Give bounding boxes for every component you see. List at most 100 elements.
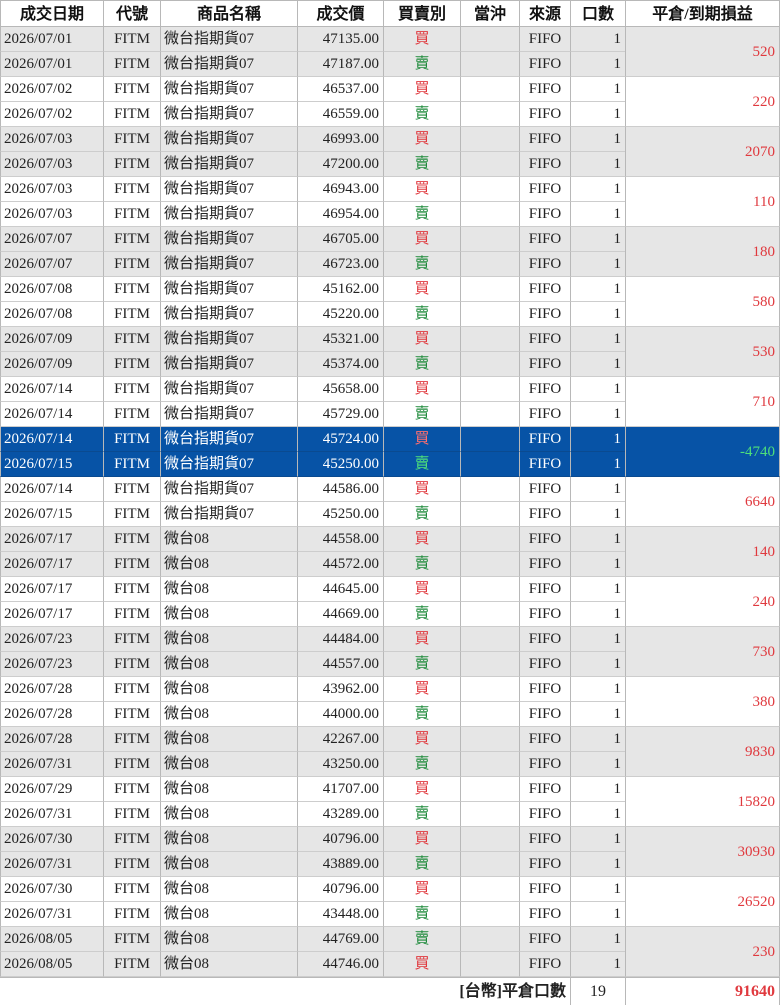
side-cell: 賣 [383, 502, 460, 527]
daytrade-cell [460, 477, 519, 502]
pnl-cell: 520 [625, 27, 780, 77]
source-cell: FIFO [519, 102, 570, 127]
table-row[interactable]: 2026/07/03 FITM 微台指期貨07 46993.00 買 FIFO 1 [0, 127, 625, 152]
daytrade-cell [460, 152, 519, 177]
code-cell: FITM [103, 127, 160, 152]
daytrade-cell [460, 702, 519, 727]
header-product-name[interactable]: 商品名稱 [160, 0, 297, 27]
source-cell: FIFO [519, 727, 570, 752]
table-row[interactable]: 2026/07/31 FITM 微台08 43889.00 賣 FIFO 1 [0, 852, 625, 877]
source-cell: FIFO [519, 627, 570, 652]
product-name-cell: 微台08 [160, 852, 297, 877]
price-cell: 44558.00 [297, 527, 383, 552]
header-daytrade[interactable]: 當沖 [460, 0, 519, 27]
table-row[interactable]: 2026/07/15 FITM 微台指期貨07 45250.00 賣 FIFO 1 [0, 502, 625, 527]
table-row[interactable]: 2026/07/30 FITM 微台08 40796.00 買 FIFO 1 [0, 827, 625, 852]
side-cell: 賣 [383, 302, 460, 327]
source-cell: FIFO [519, 477, 570, 502]
price-cell: 43448.00 [297, 902, 383, 927]
source-cell: FIFO [519, 877, 570, 902]
daytrade-cell [460, 827, 519, 852]
daytrade-cell [460, 727, 519, 752]
table-row[interactable]: 2026/07/31 FITM 微台08 43448.00 賣 FIFO 1 [0, 902, 625, 927]
header-date[interactable]: 成交日期 [0, 0, 103, 27]
table-row[interactable]: 2026/07/31 FITM 微台08 43289.00 賣 FIFO 1 [0, 802, 625, 827]
daytrade-cell [460, 277, 519, 302]
date-cell: 2026/07/14 [0, 402, 103, 427]
price-cell: 41707.00 [297, 777, 383, 802]
side-cell: 買 [383, 427, 460, 452]
table-row[interactable]: 2026/07/03 FITM 微台指期貨07 47200.00 賣 FIFO 1 [0, 152, 625, 177]
price-cell: 44645.00 [297, 577, 383, 602]
daytrade-cell [460, 952, 519, 977]
daytrade-cell [460, 502, 519, 527]
table-row[interactable]: 2026/08/05 FITM 微台08 44769.00 賣 FIFO 1 [0, 927, 625, 952]
header-pnl[interactable]: 平倉/到期損益 [625, 0, 780, 27]
table-row[interactable]: 2026/07/02 FITM 微台指期貨07 46537.00 買 FIFO 1 [0, 77, 625, 102]
table-row[interactable]: 2026/07/01 FITM 微台指期貨07 47135.00 買 FIFO 1 [0, 27, 625, 52]
code-cell: FITM [103, 677, 160, 702]
table-row[interactable]: 2026/07/28 FITM 微台08 43962.00 買 FIFO 1 [0, 677, 625, 702]
source-cell: FIFO [519, 77, 570, 102]
table-row[interactable]: 2026/07/03 FITM 微台指期貨07 46943.00 買 FIFO 1 [0, 177, 625, 202]
table-row[interactable]: 2026/07/15 FITM 微台指期貨07 45250.00 賣 FIFO 1 [0, 452, 625, 477]
table-row[interactable]: 2026/07/23 FITM 微台08 44484.00 買 FIFO 1 [0, 627, 625, 652]
date-cell: 2026/07/07 [0, 252, 103, 277]
table-row[interactable]: 2026/07/17 FITM 微台08 44669.00 賣 FIFO 1 [0, 602, 625, 627]
code-cell: FITM [103, 277, 160, 302]
code-cell: FITM [103, 727, 160, 752]
qty-cell: 1 [570, 702, 625, 727]
table-row[interactable]: 2026/07/17 FITM 微台08 44558.00 買 FIFO 1 [0, 527, 625, 552]
pnl-cell: 380 [625, 677, 780, 727]
header-qty[interactable]: 口數 [570, 0, 625, 27]
table-row[interactable]: 2026/07/09 FITM 微台指期貨07 45374.00 賣 FIFO 1 [0, 352, 625, 377]
daytrade-cell [460, 252, 519, 277]
table-row[interactable]: 2026/07/29 FITM 微台08 41707.00 買 FIFO 1 [0, 777, 625, 802]
table-row[interactable]: 2026/07/31 FITM 微台08 43250.00 賣 FIFO 1 [0, 752, 625, 777]
source-cell: FIFO [519, 302, 570, 327]
table-row[interactable]: 2026/07/08 FITM 微台指期貨07 45162.00 買 FIFO 1 [0, 277, 625, 302]
table-row[interactable]: 2026/07/28 FITM 微台08 44000.00 賣 FIFO 1 [0, 702, 625, 727]
header-price[interactable]: 成交價 [297, 0, 383, 27]
price-cell: 45250.00 [297, 452, 383, 477]
table-row[interactable]: 2026/07/07 FITM 微台指期貨07 46705.00 買 FIFO 1 [0, 227, 625, 252]
header-source[interactable]: 來源 [519, 0, 570, 27]
product-name-cell: 微台指期貨07 [160, 252, 297, 277]
date-cell: 2026/07/17 [0, 577, 103, 602]
qty-cell: 1 [570, 177, 625, 202]
table-row[interactable]: 2026/07/01 FITM 微台指期貨07 47187.00 賣 FIFO 1 [0, 52, 625, 77]
table-row[interactable]: 2026/07/07 FITM 微台指期貨07 46723.00 賣 FIFO 1 [0, 252, 625, 277]
table-row[interactable]: 2026/07/17 FITM 微台08 44572.00 賣 FIFO 1 [0, 552, 625, 577]
price-cell: 44586.00 [297, 477, 383, 502]
qty-cell: 1 [570, 327, 625, 352]
price-cell: 43889.00 [297, 852, 383, 877]
side-cell: 賣 [383, 152, 460, 177]
code-cell: FITM [103, 602, 160, 627]
header-side[interactable]: 買賣別 [383, 0, 460, 27]
product-name-cell: 微台指期貨07 [160, 477, 297, 502]
table-row[interactable]: 2026/07/09 FITM 微台指期貨07 45321.00 買 FIFO 1 [0, 327, 625, 352]
table-row[interactable]: 2026/07/14 FITM 微台指期貨07 44586.00 買 FIFO 1 [0, 477, 625, 502]
table-row[interactable]: 2026/07/23 FITM 微台08 44557.00 賣 FIFO 1 [0, 652, 625, 677]
daytrade-cell [460, 352, 519, 377]
table-row[interactable]: 2026/07/14 FITM 微台指期貨07 45724.00 買 FIFO 1 [0, 427, 625, 452]
table-row[interactable]: 2026/07/14 FITM 微台指期貨07 45658.00 買 FIFO 1 [0, 377, 625, 402]
price-cell: 44572.00 [297, 552, 383, 577]
price-cell: 47200.00 [297, 152, 383, 177]
pnl-cell: 710 [625, 377, 780, 427]
table-row[interactable]: 2026/07/02 FITM 微台指期貨07 46559.00 賣 FIFO 1 [0, 102, 625, 127]
table-row[interactable]: 2026/07/17 FITM 微台08 44645.00 買 FIFO 1 [0, 577, 625, 602]
trade-history-table: 成交日期 代號 商品名稱 成交價 買賣別 當沖 來源 口數 平倉/到期損益 2026/07/01… [0, 0, 780, 1005]
table-row[interactable]: 2026/07/14 FITM 微台指期貨07 45729.00 賣 FIFO 1 [0, 402, 625, 427]
daytrade-cell [460, 427, 519, 452]
date-cell: 2026/07/17 [0, 602, 103, 627]
table-row[interactable]: 2026/08/05 FITM 微台08 44746.00 買 FIFO 1 [0, 952, 625, 977]
side-cell: 賣 [383, 902, 460, 927]
table-row[interactable]: 2026/07/03 FITM 微台指期貨07 46954.00 賣 FIFO 1 [0, 202, 625, 227]
table-row[interactable]: 2026/07/30 FITM 微台08 40796.00 買 FIFO 1 [0, 877, 625, 902]
table-row[interactable]: 2026/07/28 FITM 微台08 42267.00 買 FIFO 1 [0, 727, 625, 752]
header-code[interactable]: 代號 [103, 0, 160, 27]
table-row[interactable]: 2026/07/08 FITM 微台指期貨07 45220.00 賣 FIFO 1 [0, 302, 625, 327]
source-cell: FIFO [519, 827, 570, 852]
side-cell: 買 [383, 677, 460, 702]
